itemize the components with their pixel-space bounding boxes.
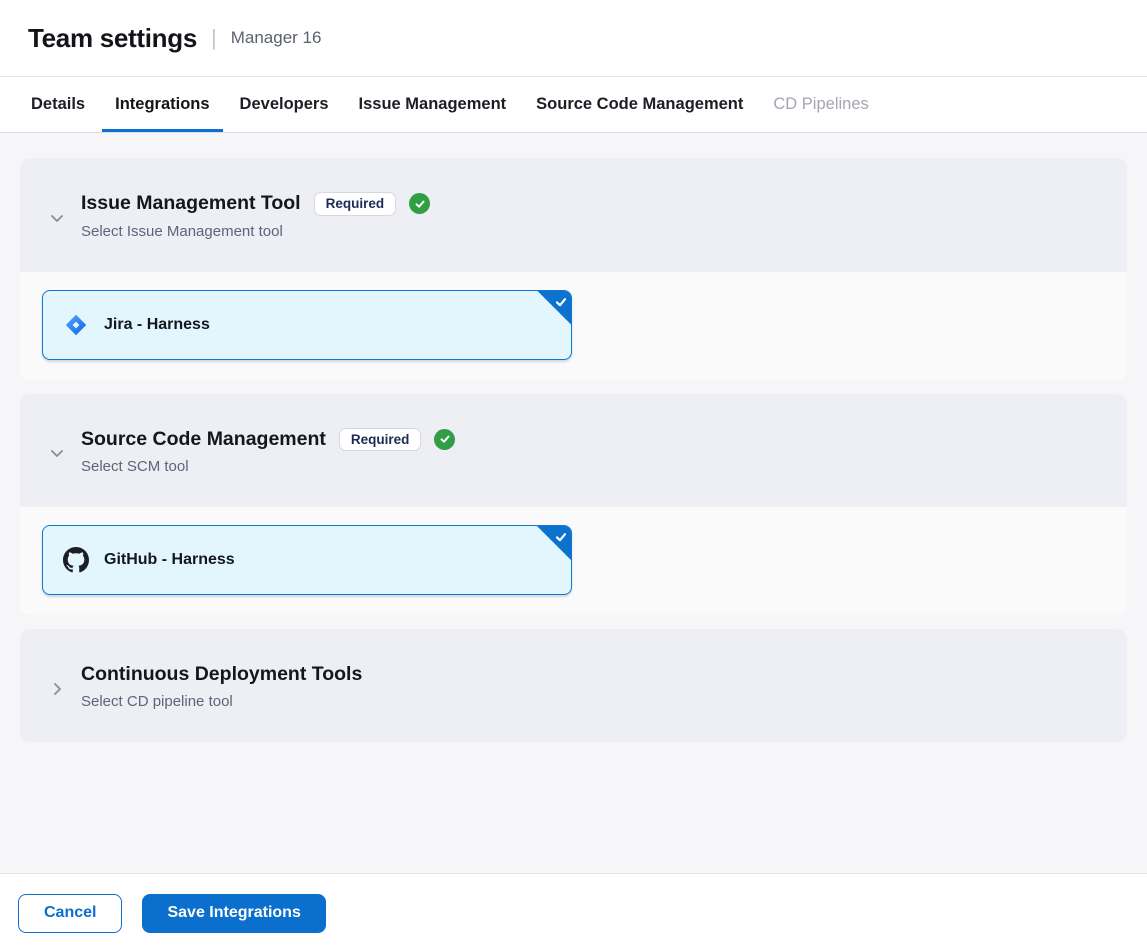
tab-source-code-management[interactable]: Source Code Management [523,77,756,132]
section-subtitle: Select Issue Management tool [81,223,430,240]
section-issue-management-body: Jira - Harness [20,272,1127,380]
section-cd-header[interactable]: Continuous Deployment Tools Select CD pi… [20,629,1127,742]
tab-integrations[interactable]: Integrations [102,77,222,132]
section-subtitle: Select SCM tool [81,458,455,475]
tool-card-github[interactable]: GitHub - Harness [42,525,572,595]
tab-issue-management[interactable]: Issue Management [346,77,520,132]
jira-icon [63,312,89,338]
tool-label: Jira - Harness [104,316,210,334]
page-context-label: Manager 16 [231,28,322,48]
chevron-down-icon[interactable] [48,209,66,227]
section-title: Continuous Deployment Tools [81,663,362,686]
section-header-text: Source Code Management Required Select S… [81,428,455,476]
footer-action-bar: Cancel Save Integrations [0,873,1147,952]
integrations-content: Issue Management Tool Required Select Is… [0,134,1147,873]
section-issue-management-tool: Issue Management Tool Required Select Is… [20,158,1127,380]
save-integrations-button[interactable]: Save Integrations [142,894,325,933]
title-divider: | [211,25,217,51]
check-circle-icon [434,429,455,450]
tab-bar: Details Integrations Developers Issue Ma… [0,77,1147,133]
tab-details[interactable]: Details [18,77,98,132]
selected-check-icon [537,526,571,560]
section-title: Issue Management Tool [81,192,301,215]
section-subtitle: Select CD pipeline tool [81,693,362,710]
section-title: Source Code Management [81,428,326,451]
page-header: Team settings | Manager 16 [0,0,1147,77]
section-source-code-management: Source Code Management Required Select S… [20,394,1127,616]
chevron-right-icon[interactable] [48,680,66,698]
section-continuous-deployment-tools: Continuous Deployment Tools Select CD pi… [20,629,1127,742]
tab-cd-pipelines: CD Pipelines [760,77,881,132]
section-header-text: Continuous Deployment Tools Select CD pi… [81,663,362,710]
section-issue-management-header[interactable]: Issue Management Tool Required Select Is… [20,158,1127,272]
tab-developers[interactable]: Developers [227,77,342,132]
github-icon [63,547,89,573]
section-scm-body: GitHub - Harness [20,507,1127,615]
cancel-button[interactable]: Cancel [18,894,122,933]
chevron-down-icon[interactable] [48,444,66,462]
check-circle-icon [409,193,430,214]
required-badge: Required [339,428,422,452]
section-scm-header[interactable]: Source Code Management Required Select S… [20,394,1127,508]
section-header-text: Issue Management Tool Required Select Is… [81,192,430,240]
tool-card-jira[interactable]: Jira - Harness [42,290,572,360]
selected-check-icon [537,291,571,325]
tool-label: GitHub - Harness [104,551,235,569]
page-title: Team settings [28,23,197,54]
required-badge: Required [314,192,397,216]
